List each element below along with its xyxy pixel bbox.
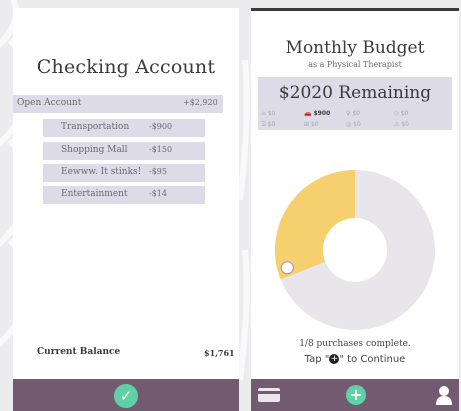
row-label: Open Account (17, 98, 82, 108)
category-amount: $0 (400, 110, 409, 117)
open-account-row: Open Account +$2,920 (13, 95, 223, 113)
budget-category: ⚠ $0 (394, 121, 409, 128)
shopping-cart-icon: ⊞ (304, 121, 311, 128)
transaction-label: Transportation (61, 122, 130, 132)
category-amount: $0 (401, 121, 409, 128)
bottom-bar: + (251, 379, 459, 411)
budget-category: 🚗 $900 (304, 110, 330, 117)
transaction-amount: -$14 (149, 189, 167, 198)
category-amount: $0 (267, 121, 276, 128)
category-amount: $0 (353, 121, 361, 128)
transaction-row: Shopping Mall -$150 (43, 142, 205, 160)
row-amount: +$2,920 (183, 98, 218, 107)
confirm-button[interactable]: ✓ (114, 384, 138, 408)
plus-circle-icon: + (329, 354, 340, 364)
transaction-label: Entertainment (61, 189, 128, 199)
transaction-amount: -$150 (149, 145, 173, 154)
add-purchase-button[interactable]: + (346, 385, 366, 405)
budget-category: ◇ $0 (394, 110, 408, 117)
transaction-row: Eewww. It stinks! -$95 (43, 164, 205, 182)
budget-donut-chart (275, 170, 435, 330)
transaction-label: Shopping Mall (61, 145, 128, 155)
page-title: Checking Account (36, 56, 216, 78)
budget-category: ⌸ $0 (262, 121, 275, 129)
hint-text-before: Tap " (304, 354, 330, 365)
car-icon: 🚗 (304, 110, 314, 117)
bottom-bar: ✓ (13, 379, 239, 411)
continue-hint: Tap "+" to Continue (251, 354, 459, 365)
checkmark-icon: ✓ (119, 387, 133, 405)
remaining-panel: $2020 Remaining ⌂ $0 🚗 $900 ♀ $0 ◇ $0 ⌸ $0 ⊞ … (258, 77, 452, 130)
hint-text-after: " to Continue (339, 354, 406, 365)
car-marker-icon (280, 261, 294, 275)
remaining-amount: $2020 Remaining (278, 83, 432, 103)
purchase-progress: 1/8 purchases complete. (299, 339, 411, 349)
category-amount: $0 (352, 110, 360, 117)
transaction-row: Entertainment -$14 (43, 186, 205, 204)
current-balance-label: Current Balance (37, 347, 121, 357)
top-edge (251, 8, 459, 11)
transaction-amount: -$900 (149, 122, 173, 131)
monthly-budget-screen: Monthly Budget as a Physical Therapist $… (251, 8, 459, 411)
page-subtitle: as a Physical Therapist (308, 60, 402, 69)
checking-account-screen: Checking Account Open Account +$2,920 Tr… (13, 8, 239, 411)
current-balance-amount: $1,761 (204, 348, 235, 358)
budget-category: ◎ $0 (346, 121, 361, 128)
budget-category: ⊞ $0 (304, 121, 319, 128)
plus-icon: + (349, 385, 363, 404)
profile-icon[interactable] (435, 385, 453, 405)
category-amount: $900 (313, 110, 331, 117)
transaction-amount: -$95 (149, 167, 167, 176)
transaction-row: Transportation -$900 (43, 119, 205, 137)
page-title: Monthly Budget (285, 38, 425, 58)
budget-category: ♀ $0 (346, 110, 360, 117)
category-amount: $0 (267, 110, 276, 117)
credit-card-icon[interactable] (258, 388, 280, 402)
budget-category: ⌂ $0 (262, 110, 275, 117)
category-amount: $0 (310, 121, 319, 128)
transaction-label: Eewww. It stinks! (61, 167, 142, 177)
